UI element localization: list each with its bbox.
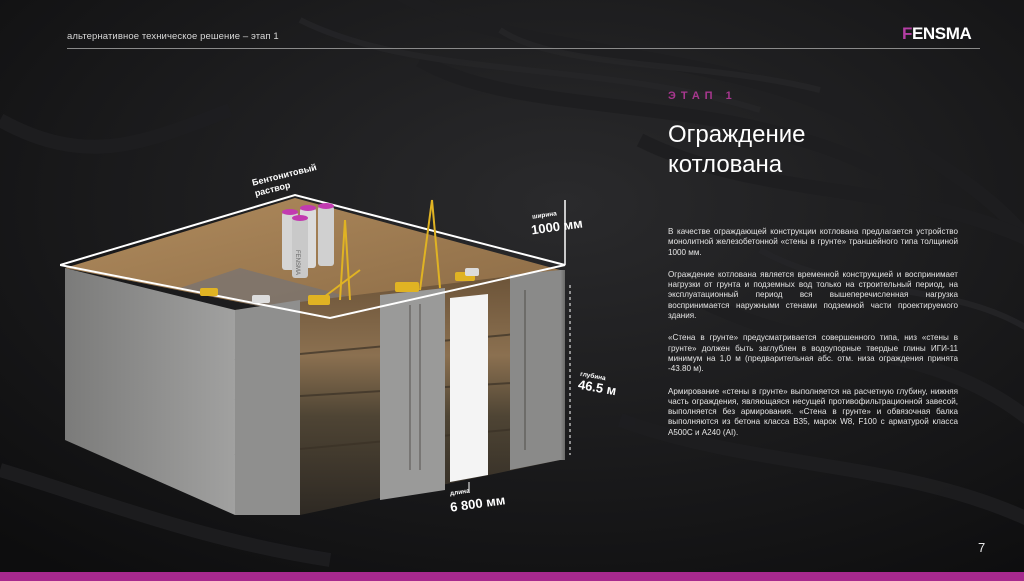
- paragraph: «Стена в грунте» предусматривается совер…: [668, 333, 958, 374]
- paragraph: Армирование «стены в грунте» выполняется…: [668, 386, 958, 437]
- brand-logo: FENSMA: [902, 24, 972, 44]
- page-title: Ограждение котлована: [668, 121, 806, 178]
- page-number: 7: [978, 540, 986, 555]
- bottom-accent-bar: [0, 572, 1024, 581]
- logo-letter-f: F: [902, 24, 912, 43]
- header-subtitle: альтернативное техническое решение – эта…: [67, 31, 279, 42]
- wall-panel: [235, 300, 300, 515]
- right-wall: [560, 270, 565, 460]
- tank-brand-text: FENSMA: [294, 250, 300, 275]
- left-wall: [65, 268, 235, 515]
- header-divider: [67, 48, 980, 49]
- wall-panel: [510, 270, 560, 470]
- paragraph: В качестве ограждающей конструкции котло…: [668, 227, 958, 257]
- trench-slot: [450, 294, 488, 482]
- paragraph: Ограждение котлована является временной …: [668, 269, 958, 321]
- wall-panel: [380, 288, 445, 500]
- logo-text: ENSMA: [911, 24, 972, 43]
- description-text: В качестве ограждающей конструкции котло…: [668, 227, 958, 450]
- stage-label: ЭТАП 1: [668, 90, 737, 102]
